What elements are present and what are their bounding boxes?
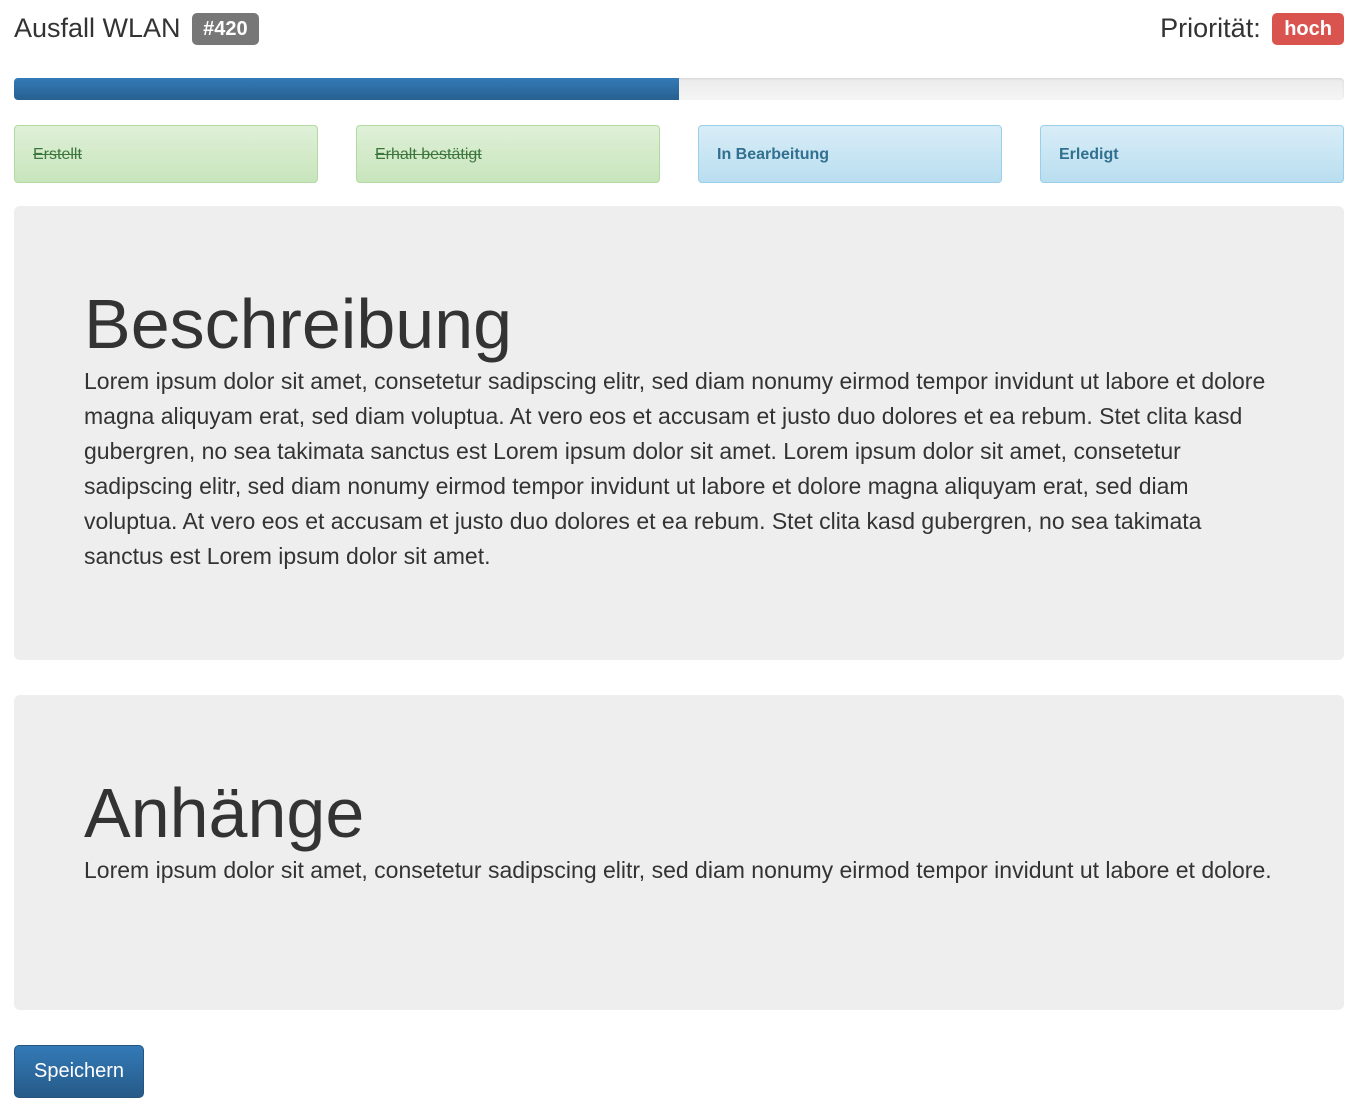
ticket-header: Ausfall WLAN #420 Priorität: hoch xyxy=(14,0,1344,60)
ticket-title-block: Ausfall WLAN #420 xyxy=(14,12,259,45)
attachments-text: Lorem ipsum dolor sit amet, consetetur s… xyxy=(84,857,1272,883)
attachments-heading: Anhänge xyxy=(84,774,365,852)
description-heading: Beschreibung xyxy=(84,285,513,363)
ticket-page: Ausfall WLAN #420 Priorität: hoch Erstel… xyxy=(0,0,1371,1098)
step-erstellt[interactable]: Erstellt xyxy=(14,125,318,183)
description-panel: Beschreibung Lorem ipsum dolor sit amet,… xyxy=(14,206,1344,660)
progress-track xyxy=(14,78,1344,100)
save-button[interactable]: Speichern xyxy=(14,1045,145,1098)
step-erhalt-bestaetigt[interactable]: Erhalt bestätigt xyxy=(356,125,660,183)
priority-label: Priorität: xyxy=(1160,13,1261,43)
description-text: Lorem ipsum dolor sit amet, consetetur s… xyxy=(84,368,1266,569)
progress-bar xyxy=(14,78,679,100)
attachments-panel: Anhänge Lorem ipsum dolor sit amet, cons… xyxy=(14,695,1344,1010)
ticket-id-badge: #420 xyxy=(192,13,259,45)
step-erledigt[interactable]: Erledigt xyxy=(1040,125,1344,183)
ticket-title: Ausfall WLAN xyxy=(14,13,181,43)
step-in-bearbeitung[interactable]: In Bearbeitung xyxy=(698,125,1002,183)
status-steps: Erstellt Erhalt bestätigt In Bearbeitung… xyxy=(14,125,1344,183)
priority-block: Priorität: hoch xyxy=(1160,12,1344,45)
priority-badge: hoch xyxy=(1272,13,1344,45)
